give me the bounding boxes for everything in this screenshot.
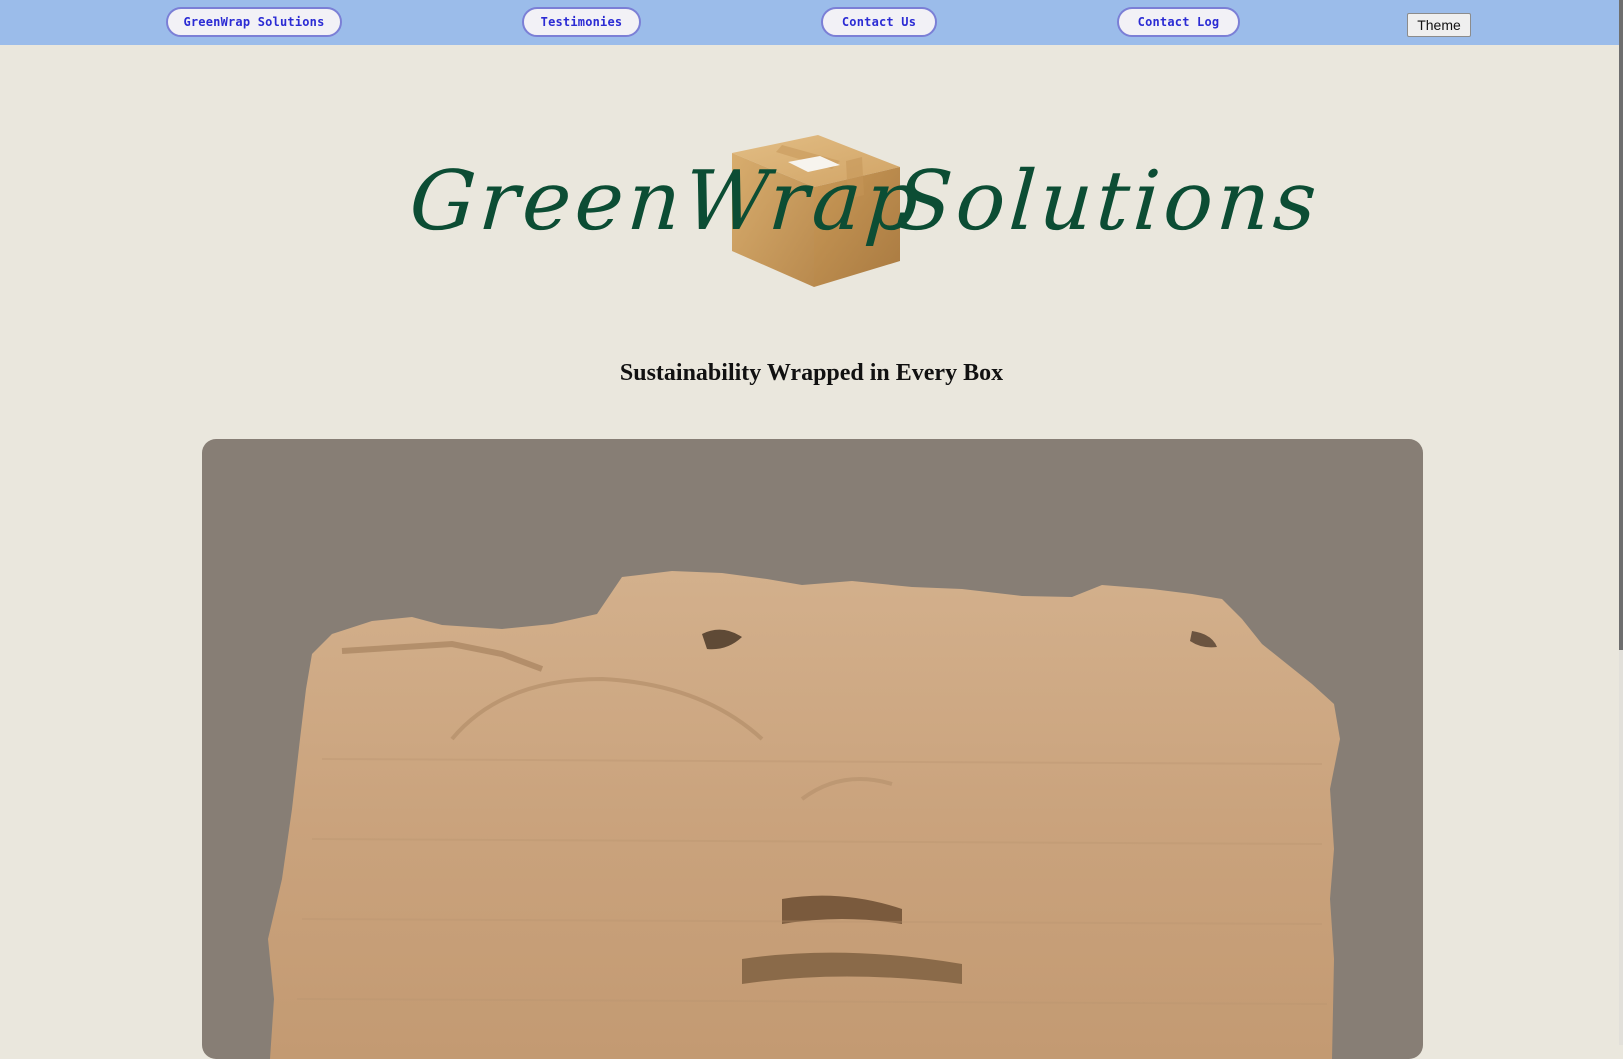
nav-contact-us-button[interactable]: Contact Us	[821, 7, 937, 37]
hero-image-panel	[202, 439, 1423, 1059]
nav-contact-log-button[interactable]: Contact Log	[1117, 7, 1240, 37]
torn-cardboard-image	[268, 571, 1340, 1059]
top-nav-bar: GreenWrap Solutions Testimonies Contact …	[0, 0, 1623, 45]
theme-toggle-button[interactable]: Theme	[1407, 13, 1471, 37]
scrollbar-thumb[interactable]	[1619, 0, 1623, 650]
nav-testimonies-button[interactable]: Testimonies	[522, 7, 641, 37]
nav-greenwrap-solutions-button[interactable]: GreenWrap Solutions	[166, 7, 342, 37]
page-scrollbar[interactable]	[1619, 0, 1623, 1045]
site-logo: GreenWrap Solutions	[406, 130, 1323, 290]
logo-text-part1: GreenWrap	[406, 154, 926, 249]
page-tagline: Sustainability Wrapped in Every Box	[619, 360, 1004, 386]
logo-text-part2: Solutions	[892, 154, 1324, 249]
